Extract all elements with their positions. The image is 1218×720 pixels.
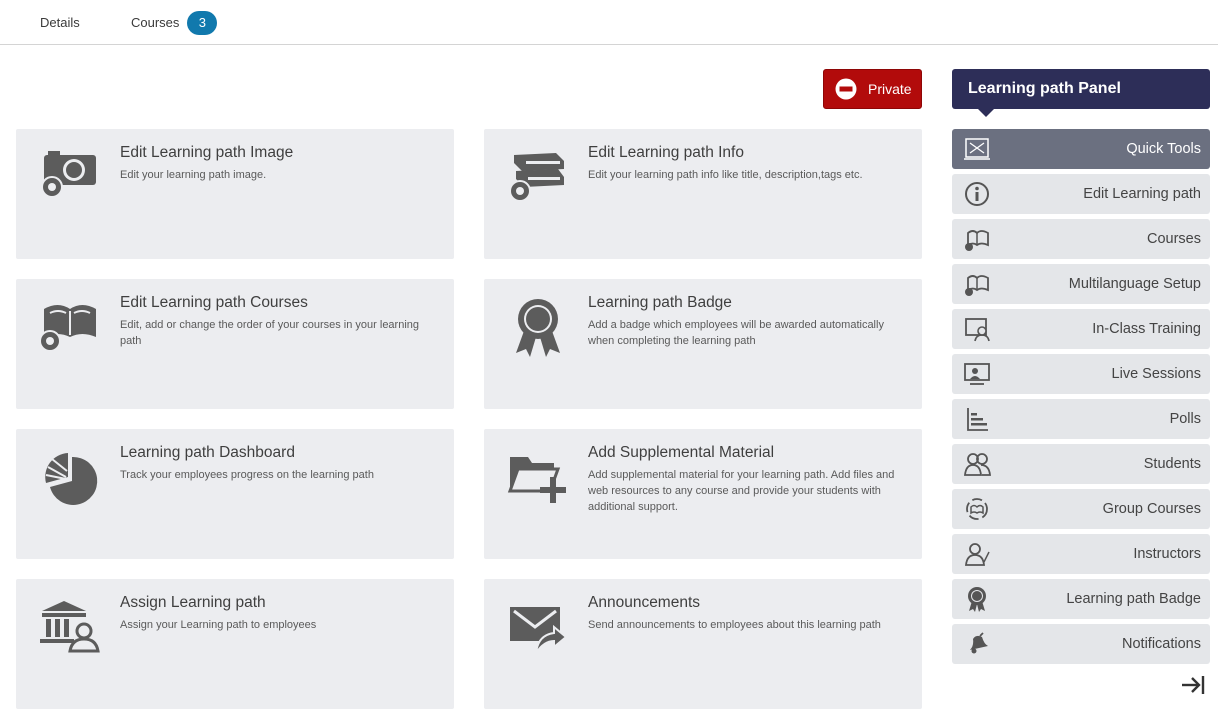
- envelope-share-icon: [510, 607, 568, 654]
- panel-item-quick-tools[interactable]: Quick Tools: [952, 129, 1210, 169]
- card-dashboard[interactable]: Learning path Dashboard Track your emplo…: [16, 429, 454, 559]
- polls-icon: [967, 408, 988, 431]
- panel-header: Learning path Panel: [952, 69, 1210, 117]
- group-courses-icon: [966, 498, 988, 520]
- panel-item-label: Quick Tools: [1126, 141, 1201, 157]
- no-entry-icon: [835, 78, 857, 100]
- card-edit-image[interactable]: Edit Learning path Image Edit your learn…: [16, 129, 454, 259]
- tab-courses[interactable]: Courses 3: [131, 0, 218, 45]
- card-badge[interactable]: Learning path Badge Add a badge which em…: [484, 279, 922, 409]
- private-button[interactable]: Private: [823, 69, 922, 109]
- card-description: Assign your Learning path to employees: [120, 619, 317, 631]
- panel-item-polls[interactable]: Polls: [952, 399, 1210, 439]
- tab-courses-label: Courses: [131, 15, 180, 30]
- card-edit-info[interactable]: Edit Learning path Info Edit your learni…: [484, 129, 922, 259]
- panel-item-label: Multilanguage Setup: [1068, 276, 1201, 292]
- panel-item-label: Instructors: [1133, 546, 1201, 562]
- panel-item-label: Learning path Badge: [1066, 591, 1201, 607]
- card-description: Send announcements to employees about th…: [588, 619, 881, 631]
- card-title: Learning path Badge: [588, 294, 732, 311]
- card-title: Assign Learning path: [120, 594, 266, 611]
- panel-item-students[interactable]: Students: [952, 444, 1210, 484]
- panel-item-label: Polls: [1169, 411, 1201, 427]
- camera-gear-icon: [41, 151, 96, 198]
- top-tab-bar: Details Courses 3: [0, 0, 1218, 45]
- card-description: Edit your learning path info like title,…: [588, 169, 863, 181]
- badge-ribbon-icon: [516, 299, 560, 357]
- private-button-label: Private: [868, 81, 912, 97]
- card-title: Learning path Dashboard: [120, 444, 295, 461]
- open-book-gear-icon: [39, 305, 96, 352]
- card-title: Add Supplemental Material: [588, 444, 775, 461]
- panel-item-label: Students: [1143, 456, 1201, 472]
- students-icon: [964, 453, 991, 476]
- panel-item-notifications[interactable]: Notifications: [952, 624, 1210, 664]
- card-assign[interactable]: Assign Learning path Assign your Learnin…: [16, 579, 454, 709]
- panel-item-multilanguage[interactable]: Multilanguage Setup: [952, 264, 1210, 304]
- panel-item-edit-learning-path[interactable]: Edit Learning path: [952, 174, 1210, 214]
- courses-icon: [965, 230, 989, 251]
- collapse-panel-icon[interactable]: [1180, 672, 1208, 698]
- card-announcements[interactable]: Announcements Send announcements to empl…: [484, 579, 922, 709]
- card-description: Add a badge which employees will be awar…: [588, 319, 884, 347]
- card-description: Track your employees progress on the lea…: [120, 469, 374, 481]
- panel-item-learning-path-badge[interactable]: Learning path Badge: [952, 579, 1210, 619]
- card-title: Edit Learning path Image: [120, 144, 294, 161]
- panel-item-label: Courses: [1147, 231, 1201, 247]
- institution-user-icon: [40, 601, 100, 653]
- card-description: Edit your learning path image.: [120, 169, 267, 181]
- card-title: Edit Learning path Courses: [120, 294, 308, 311]
- panel-item-live-sessions[interactable]: Live Sessions: [952, 354, 1210, 394]
- panel-item-instructors[interactable]: Instructors: [952, 534, 1210, 574]
- panel-item-label: Group Courses: [1102, 501, 1201, 517]
- panel-item-courses[interactable]: Courses: [952, 219, 1210, 259]
- courses-count-badge: 3: [187, 10, 218, 35]
- multilanguage-icon: [965, 275, 989, 296]
- card-description: Add supplemental material for your learn…: [588, 469, 895, 513]
- live-sessions-icon: [964, 363, 990, 385]
- quick-tools-icon: [964, 138, 990, 160]
- pie-chart-icon: [45, 453, 98, 505]
- panel-item-label: Live Sessions: [1111, 366, 1201, 382]
- info-icon: [965, 182, 989, 206]
- books-gear-icon: [509, 153, 564, 202]
- badge-icon: [968, 587, 986, 612]
- card-title: Announcements: [588, 594, 701, 611]
- card-title: Edit Learning path Info: [588, 144, 744, 161]
- panel-item-label: Edit Learning path: [1083, 186, 1201, 202]
- instructors-icon: [965, 543, 990, 566]
- tab-details-label: Details: [40, 15, 80, 30]
- panel-item-group-courses[interactable]: Group Courses: [952, 489, 1210, 529]
- panel-item-label: In-Class Training: [1092, 321, 1201, 337]
- folder-add-icon: [507, 457, 566, 503]
- panel-item-label: Notifications: [1122, 636, 1201, 652]
- tab-details[interactable]: Details: [40, 0, 80, 45]
- panel-title: Learning path Panel: [968, 80, 1121, 97]
- bell-icon: [970, 632, 988, 654]
- card-edit-courses[interactable]: Edit Learning path Courses Edit, add or …: [16, 279, 454, 409]
- card-supplemental[interactable]: Add Supplemental Material Add supplement…: [484, 429, 922, 559]
- panel-item-in-class-training[interactable]: In-Class Training: [952, 309, 1210, 349]
- card-description: Edit, add or change the order of your co…: [120, 319, 420, 347]
- in-class-training-icon: [965, 318, 990, 342]
